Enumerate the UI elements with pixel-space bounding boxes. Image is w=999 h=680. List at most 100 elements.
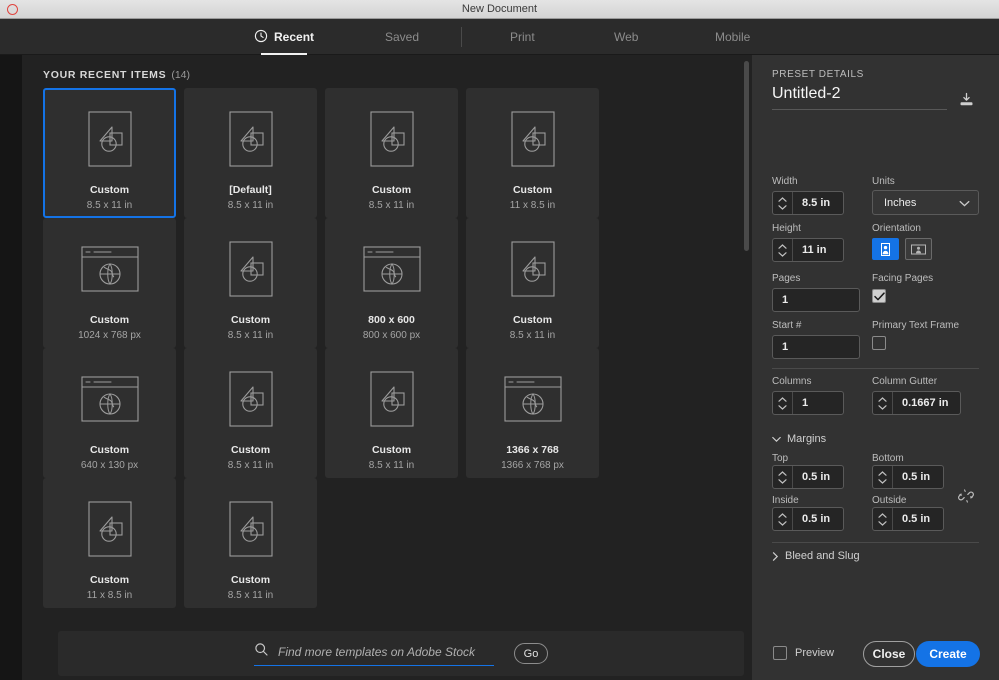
document-portrait-icon: [369, 108, 414, 170]
units-select[interactable]: Inches: [872, 190, 979, 215]
chevron-down-icon: [959, 194, 970, 212]
orientation-portrait-button[interactable]: [872, 238, 899, 260]
recent-item-dimensions: 8.5 x 11 in: [368, 200, 415, 211]
recent-item-tile[interactable]: Custom 8.5 x 11 in: [325, 348, 458, 478]
bleed-and-slug-disclosure[interactable]: Bleed and Slug: [772, 550, 860, 562]
recent-scrollbar[interactable]: [744, 61, 749, 251]
width-label: Width: [772, 176, 798, 187]
pages-value: 1: [782, 294, 789, 306]
document-portrait-icon: [510, 111, 555, 167]
recent-item-dimensions: 1366 x 768 px: [501, 460, 564, 471]
margin-outside-input[interactable]: 0.5 in: [872, 507, 944, 531]
save-preset-icon[interactable]: [958, 91, 975, 113]
document-portrait-icon: [228, 111, 273, 167]
margins-disclosure[interactable]: Margins: [772, 433, 826, 445]
tab-bar: Recent Saved Print Web Mobile: [0, 19, 999, 55]
search-icon: [254, 642, 269, 662]
margin-bottom-value: 0.5 in: [902, 471, 931, 483]
recent-item-tile[interactable]: Custom 640 x 130 px: [43, 348, 176, 478]
document-portrait-icon: [87, 108, 132, 170]
preview-checkbox[interactable]: [773, 646, 787, 660]
document-portrait-icon: [228, 238, 273, 300]
recent-item-dimensions: 640 x 130 px: [80, 460, 139, 471]
margin-outside-stepper[interactable]: [873, 508, 893, 530]
document-portrait-icon: [228, 501, 273, 557]
recent-item-dimensions: 800 x 600 px: [362, 330, 421, 341]
stock-search-input[interactable]: Find more templates on Adobe Stock: [254, 642, 494, 666]
margin-outside-label: Outside: [872, 495, 907, 506]
recent-item-dimensions: 8.5 x 11 in: [227, 590, 274, 601]
start-number-label: Start #: [772, 320, 802, 331]
document-portrait-icon: [87, 498, 132, 560]
margins-label: Margins: [787, 433, 827, 445]
height-input[interactable]: 11 in: [772, 238, 844, 262]
document-portrait-icon: [510, 241, 555, 297]
margin-bottom-stepper[interactable]: [873, 466, 893, 488]
recent-item-tile[interactable]: Custom 8.5 x 11 in: [184, 478, 317, 608]
margin-top-input[interactable]: 0.5 in: [772, 465, 844, 489]
browser-globe-icon: [80, 376, 139, 422]
recent-item-tile[interactable]: Custom 8.5 x 11 in: [43, 88, 176, 218]
recent-item-name: Custom: [89, 574, 130, 586]
start-number-input[interactable]: 1: [772, 335, 860, 359]
title-bar: New Document: [0, 0, 999, 19]
recent-item-tile[interactable]: Custom 11 x 8.5 in: [43, 478, 176, 608]
tab-label: Mobile: [715, 30, 751, 44]
height-label: Height: [772, 223, 801, 234]
preset-details-panel: PRESET DETAILS Untitled-2 Width 8.5 in U…: [752, 55, 999, 680]
column-gutter-value: 0.1667 in: [902, 397, 949, 409]
document-portrait-icon: [87, 111, 132, 167]
columns-stepper[interactable]: [773, 392, 793, 414]
recent-item-name: Custom: [371, 184, 412, 196]
recent-item-tile[interactable]: Custom 8.5 x 11 in: [466, 218, 599, 348]
broken-link-icon[interactable]: [958, 488, 974, 509]
close-button[interactable]: Close: [863, 641, 915, 667]
preset-name-row: Untitled-2: [772, 85, 979, 110]
primary-text-frame-checkbox[interactable]: [872, 336, 886, 350]
tab-recent[interactable]: Recent: [250, 19, 318, 55]
margin-top-stepper[interactable]: [773, 466, 793, 488]
margin-bottom-input[interactable]: 0.5 in: [872, 465, 944, 489]
recent-item-name: 800 x 600: [368, 314, 415, 326]
tab-saved[interactable]: Saved: [381, 19, 423, 55]
recent-item-tile[interactable]: 800 x 600 800 x 600 px: [325, 218, 458, 348]
recent-item-tile[interactable]: Custom 8.5 x 11 in: [184, 218, 317, 348]
preset-name-input[interactable]: Untitled-2: [772, 85, 947, 110]
pages-input[interactable]: 1: [772, 288, 860, 312]
tab-web[interactable]: Web: [610, 19, 642, 55]
margin-inside-input[interactable]: 0.5 in: [772, 507, 844, 531]
chevron-right-icon: [772, 551, 779, 561]
recent-item-name: Custom: [89, 314, 130, 326]
preview-toggle[interactable]: Preview: [773, 646, 834, 660]
tab-print[interactable]: Print: [506, 19, 539, 55]
height-stepper[interactable]: [773, 239, 793, 261]
stock-go-button[interactable]: Go: [514, 643, 548, 664]
recent-item-name: Custom: [371, 444, 412, 456]
recent-item-tile[interactable]: Custom 1024 x 768 px: [43, 218, 176, 348]
recent-item-tile[interactable]: [Default] 8.5 x 11 in: [184, 88, 317, 218]
recent-item-tile[interactable]: Custom 8.5 x 11 in: [184, 348, 317, 478]
columns-input[interactable]: 1: [772, 391, 844, 415]
document-portrait-icon: [228, 498, 273, 560]
browser-globe-icon: [362, 246, 421, 292]
recent-item-tile[interactable]: 1366 x 768 1366 x 768 px: [466, 348, 599, 478]
orientation-landscape-button[interactable]: [905, 238, 932, 260]
create-button[interactable]: Create: [916, 641, 980, 667]
width-input[interactable]: 8.5 in: [772, 191, 844, 215]
width-stepper[interactable]: [773, 192, 793, 214]
facing-pages-label: Facing Pages: [872, 273, 934, 284]
column-gutter-input[interactable]: 0.1667 in: [872, 391, 961, 415]
tab-mobile[interactable]: Mobile: [711, 19, 754, 55]
recent-item-tile[interactable]: Custom 11 x 8.5 in: [466, 88, 599, 218]
margin-top-label: Top: [772, 453, 789, 464]
new-document-dialog: New Document Recent Saved Print Web Mobi…: [0, 0, 999, 680]
margin-inside-label: Inside: [772, 495, 799, 506]
document-portrait-icon: [228, 108, 273, 170]
column-gutter-stepper[interactable]: [873, 392, 893, 414]
recent-item-tile[interactable]: Custom 8.5 x 11 in: [325, 88, 458, 218]
recent-item-name: Custom: [512, 314, 553, 326]
facing-pages-checkbox[interactable]: [872, 289, 886, 303]
columns-label: Columns: [772, 376, 812, 387]
margins-divider: [772, 542, 979, 543]
margin-inside-stepper[interactable]: [773, 508, 793, 530]
